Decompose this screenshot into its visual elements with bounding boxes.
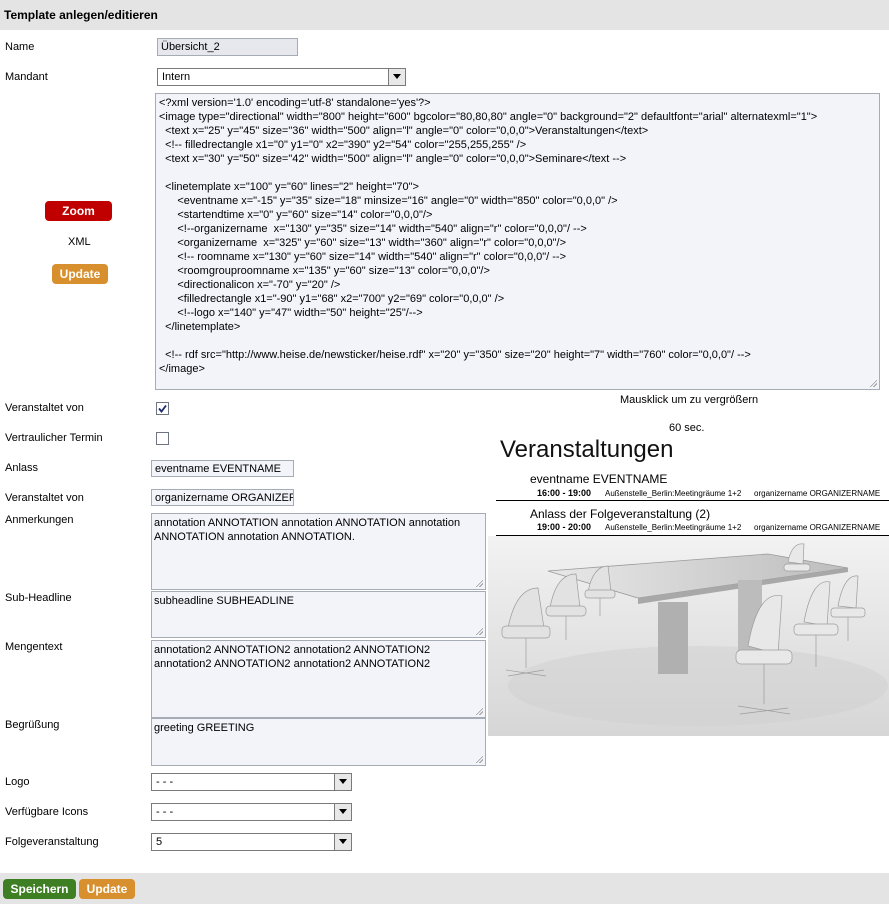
chevron-down-icon[interactable] <box>388 69 405 85</box>
chevron-down-icon[interactable] <box>334 804 351 820</box>
veranstaltet-von-input[interactable]: organizername ORGANIZERNAME <box>151 489 294 506</box>
mengentext-textarea[interactable]: annotation2 ANNOTATION2 annotation2 ANNO… <box>151 640 486 718</box>
anmerkungen-label: Anmerkungen <box>5 514 74 526</box>
page-title: Template anlegen/editieren <box>0 0 889 30</box>
xml-line: </linetemplate> <box>159 321 241 333</box>
xml-line: </image> <box>159 363 205 375</box>
preview-divider <box>496 500 889 501</box>
vertraulich-label: Vertraulicher Termin <box>5 432 103 444</box>
xml-line: <startendtime x="0" y="60" size="14" col… <box>159 209 433 221</box>
xml-line: <!--logo x="140" y="47" width="50" heigh… <box>159 307 423 319</box>
xml-line: <text x="25" y="45" size="36" width="500… <box>159 125 649 137</box>
name-label: Name <box>5 41 35 53</box>
begruessung-label: Begrüßung <box>5 719 60 731</box>
anmerkungen-textarea[interactable]: annotation ANNOTATION annotation ANNOTAT… <box>151 513 486 590</box>
veranstaltet-von-label: Veranstaltet von <box>5 492 84 504</box>
preview-hint: Mausklick um zu vergrößern <box>620 394 759 406</box>
mandant-label: Mandant <box>5 71 48 83</box>
footer-update-button[interactable]: Update <box>79 879 135 899</box>
mengentext-text: annotation2 ANNOTATION2 annotation2 ANNO… <box>154 644 431 670</box>
xml-line: <roomgrouproomname x="135" y="60" size="… <box>159 265 490 277</box>
resize-grip-icon[interactable] <box>869 379 877 387</box>
resize-grip-icon[interactable] <box>475 579 483 587</box>
xml-line <box>159 334 876 348</box>
subheadline-text: subheadline SUBHEADLINE <box>154 595 295 607</box>
xml-line: <image type="directional" width="800" he… <box>159 111 818 123</box>
anmerkungen-text: annotation ANNOTATION annotation ANNOTAT… <box>154 517 461 543</box>
vertraulich-checkbox[interactable] <box>156 432 169 445</box>
veranstaltet-von-checkbox[interactable] <box>156 402 169 415</box>
icons-select[interactable]: - - - <box>151 803 352 821</box>
xml-line: <eventname x="-15" y="35" size="18" mins… <box>159 195 618 207</box>
xml-line: <organizername x="325" y="60" size="13" … <box>159 237 567 249</box>
veranstaltet-von-checkbox-label: Veranstaltet von <box>5 402 84 414</box>
anlass-label: Anlass <box>5 462 39 474</box>
preview-image[interactable]: Veranstaltungen eventname EVENTNAME 16:0… <box>488 436 889 736</box>
xml-editor[interactable]: <?xml version='1.0' encoding='utf-8' sta… <box>155 93 880 390</box>
logo-label: Logo <box>5 776 30 788</box>
anlass-input[interactable]: eventname EVENTNAME <box>151 460 294 477</box>
conference-room-picture <box>488 536 889 736</box>
folge-label: Folgeveranstaltung <box>5 836 99 848</box>
logo-select[interactable]: - - - <box>151 773 352 791</box>
preview-event-1-room: Außenstelle_Berlin:Meetingräume 1+2 <box>605 489 742 498</box>
xml-line <box>159 166 876 180</box>
xml-line: <!-- filledrectangle x1="0" y1="0" x2="3… <box>159 139 527 151</box>
mandant-value: Intern <box>162 71 191 83</box>
chevron-down-icon[interactable] <box>334 774 351 790</box>
begruessung-text: greeting GREETING <box>154 722 255 734</box>
preview-heading: Veranstaltungen <box>500 436 674 463</box>
xml-line: <directionalicon x="-70" y="20" /> <box>159 279 341 291</box>
subheadline-textarea[interactable]: subheadline SUBHEADLINE <box>151 591 486 638</box>
xml-line: <?xml version='1.0' encoding='utf-8' sta… <box>159 97 431 109</box>
preview-refresh: 60 sec. <box>669 422 705 434</box>
mandant-select[interactable]: Intern <box>157 68 406 86</box>
subheadline-label: Sub-Headline <box>5 592 72 604</box>
resize-grip-icon[interactable] <box>475 755 483 763</box>
logo-value: - - - <box>156 776 174 788</box>
preview-event-2-room: Außenstelle_Berlin:Meetingräume 1+2 <box>605 523 742 532</box>
xml-line: <!-- rdf src="http://www.heise.de/newsti… <box>159 349 751 361</box>
preview-event-2-name: Anlass der Folgeveranstaltung (2) <box>530 507 711 521</box>
icons-label: Verfügbare Icons <box>5 806 89 818</box>
side-update-button[interactable]: Update <box>52 264 108 284</box>
xml-line: <!--organizername x="130" y="35" size="1… <box>159 223 587 235</box>
check-icon <box>158 404 167 413</box>
preview-event-1-organizer: organizername ORGANIZERNAME <box>754 489 881 498</box>
folge-value: 5 <box>156 836 163 848</box>
mengentext-label: Mengentext <box>5 641 63 653</box>
chevron-down-icon[interactable] <box>334 834 351 850</box>
save-button[interactable]: Speichern <box>3 879 76 899</box>
preview-event-2-organizer: organizername ORGANIZERNAME <box>754 523 881 532</box>
begruessung-textarea[interactable]: greeting GREETING <box>151 718 486 766</box>
icons-value: - - - <box>156 806 174 818</box>
preview-event-1-time: 16:00 - 19:00 <box>537 488 592 498</box>
folge-select[interactable]: 5 <box>151 833 352 851</box>
xml-line: <linetemplate x="100" y="60" lines="2" h… <box>159 181 419 193</box>
xml-label: XML <box>68 236 91 248</box>
resize-grip-icon[interactable] <box>475 707 483 715</box>
xml-content: <?xml version='1.0' encoding='utf-8' sta… <box>159 96 876 376</box>
name-input[interactable]: Übersicht_2 <box>157 38 298 56</box>
xml-line: <!-- roomname x="130" y="60" size="14" w… <box>159 251 567 263</box>
xml-line: <text x="30" y="50" size="42" width="500… <box>159 153 627 165</box>
preview-event-2-time: 19:00 - 20:00 <box>537 522 592 532</box>
resize-grip-icon[interactable] <box>475 627 483 635</box>
preview-event-1-name: eventname EVENTNAME <box>530 472 668 486</box>
xml-line: <filledrectangle x1="-90" y1="68" x2="70… <box>159 293 505 305</box>
zoom-button[interactable]: Zoom <box>45 201 112 221</box>
